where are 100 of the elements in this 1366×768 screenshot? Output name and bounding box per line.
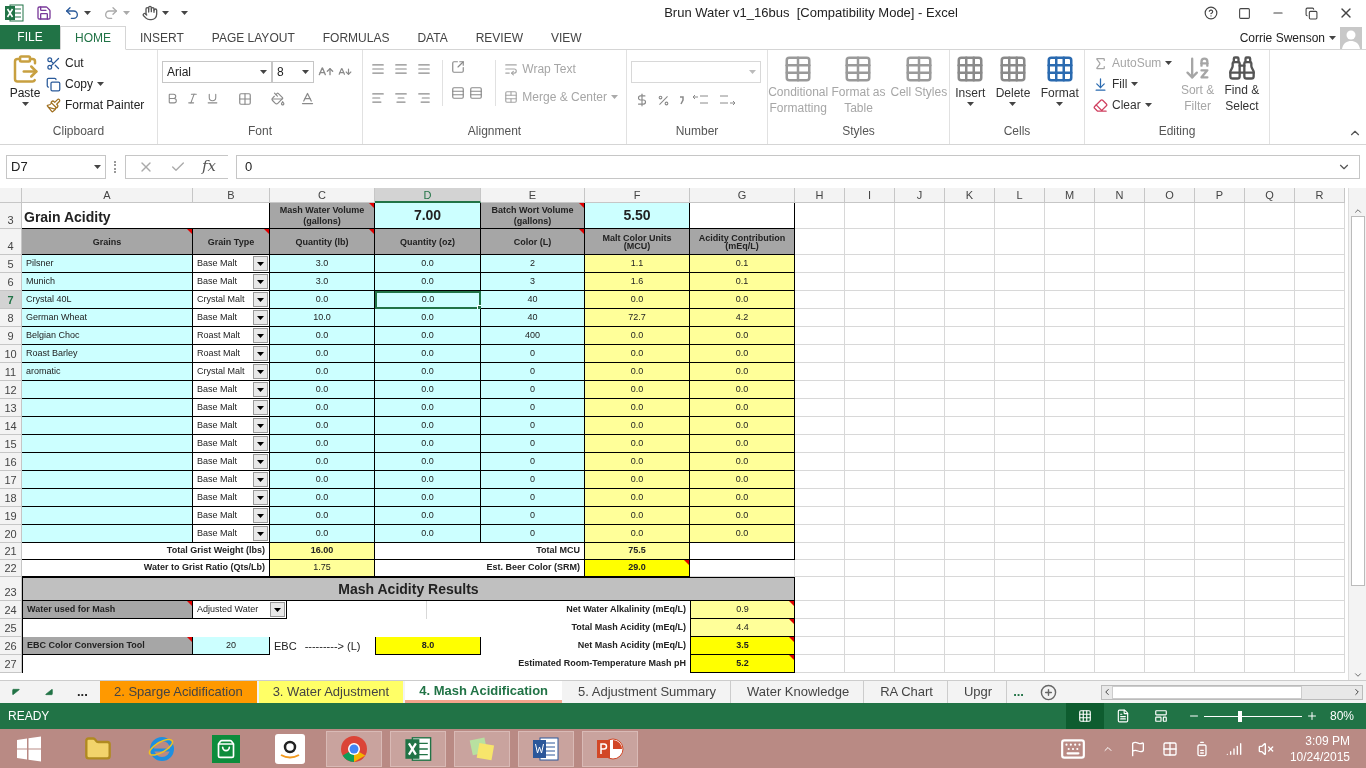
ribbon-display-icon[interactable] [1238, 6, 1251, 20]
sheet-tab[interactable]: 2. Sparge Acidification [100, 680, 257, 704]
ribbon-tab[interactable]: INSERT [126, 26, 198, 50]
grain-type-dropdown[interactable]: Roast Malt [193, 327, 270, 345]
middle-align-icon[interactable] [393, 61, 408, 76]
column-header[interactable]: P [1195, 188, 1245, 203]
cut-button[interactable]: Cut [46, 54, 145, 72]
touch-mode-icon[interactable] [142, 5, 158, 21]
ribbon-tab[interactable]: HOME [60, 26, 126, 50]
table-cell[interactable]: 0.0 [375, 381, 481, 399]
column-header[interactable]: D [375, 188, 481, 203]
row-header[interactable]: 9 [0, 327, 22, 345]
browser-icon[interactable] [148, 734, 176, 763]
comma-style-icon[interactable] [678, 95, 684, 105]
grain-type-dropdown[interactable]: Roast Malt [193, 345, 270, 363]
ribbon-tab[interactable]: DATA [403, 26, 462, 50]
clear-button[interactable]: Clear [1093, 96, 1173, 114]
more-sheets-button[interactable]: ... [1009, 682, 1028, 702]
table-cell[interactable]: 0.0 [375, 453, 481, 471]
muted-speaker-icon[interactable] [1257, 740, 1274, 757]
column-header[interactable]: I [845, 188, 895, 203]
sheet-tab[interactable]: 3. Water Adjustment [258, 680, 404, 704]
row-header[interactable]: 23 [0, 577, 22, 601]
grain-type-dropdown[interactable]: Base Malt [193, 471, 270, 489]
increase-decimal-icon[interactable] [692, 93, 710, 107]
column-header[interactable]: G [690, 188, 795, 203]
ebc-input-field[interactable]: 20 [193, 637, 270, 655]
fill-button[interactable]: Fill [1093, 75, 1173, 93]
table-cell[interactable]: 0.0 [375, 363, 481, 381]
table-cell[interactable]: 0.0 [375, 471, 481, 489]
chrome-browser-icon[interactable] [340, 734, 368, 763]
row-header[interactable]: 19 [0, 507, 22, 525]
column-header[interactable]: K [945, 188, 995, 203]
table-cell[interactable]: 0.0 [375, 327, 481, 345]
column-header[interactable]: L [995, 188, 1045, 203]
grain-type-dropdown[interactable]: Base Malt [193, 453, 270, 471]
table-cell[interactable]: 0.0 [375, 309, 481, 327]
column-header[interactable]: B [193, 188, 270, 203]
row-header[interactable]: 25 [0, 619, 22, 637]
align-left-icon[interactable] [371, 90, 385, 105]
ribbon-tab[interactable]: REVIEW [461, 26, 537, 50]
column-header[interactable]: F [585, 188, 690, 203]
column-header[interactable]: Q [1245, 188, 1295, 203]
row-header[interactable]: 12 [0, 381, 22, 399]
column-header[interactable]: N [1095, 188, 1145, 203]
water-source-dropdown[interactable]: Adjusted Water [193, 601, 287, 619]
column-header[interactable]: E [481, 188, 585, 203]
name-box[interactable]: D7 [6, 154, 106, 179]
cells-button[interactable]: Insert [955, 54, 986, 106]
cells-button[interactable]: Format [1040, 54, 1079, 106]
column-header[interactable]: C [270, 188, 375, 203]
row-header[interactable]: 7 [0, 291, 22, 309]
bottom-align-icon[interactable] [416, 61, 431, 76]
flag-icon[interactable] [1129, 740, 1146, 757]
find-select-button[interactable]: Find & Select [1222, 54, 1261, 114]
store-icon[interactable] [216, 738, 236, 759]
zoom-level[interactable]: 80% [1317, 707, 1366, 725]
redo-icon[interactable] [103, 5, 119, 21]
grain-type-dropdown[interactable]: Crystal Malt [193, 291, 270, 309]
fill-color-icon[interactable] [271, 91, 285, 106]
folder-icon[interactable] [84, 734, 112, 763]
signal-icon[interactable] [1225, 740, 1242, 757]
font-size-field[interactable]: 8 [272, 61, 314, 83]
table-cell[interactable]: 0.0 [375, 435, 481, 453]
row-header[interactable]: 5 [0, 255, 22, 273]
row-header[interactable]: 22 [0, 560, 22, 577]
column-header[interactable]: A [22, 188, 193, 203]
row-header[interactable]: 6 [0, 273, 22, 291]
shopping-app-icon[interactable] [275, 733, 305, 764]
grain-type-dropdown[interactable]: Base Malt [193, 255, 270, 273]
zoom-in-icon[interactable] [1305, 710, 1318, 722]
save-icon[interactable] [36, 5, 52, 21]
column-header[interactable]: M [1045, 188, 1095, 203]
table-cell[interactable]: 0.0 [375, 345, 481, 363]
italic-icon[interactable] [186, 92, 199, 105]
formula-field[interactable]: 0 [236, 154, 1360, 179]
ribbon-tab[interactable]: PAGE LAYOUT [197, 26, 309, 50]
undo-icon[interactable] [64, 5, 80, 21]
grain-type-dropdown[interactable]: Base Malt [193, 417, 270, 435]
row-header[interactable]: 18 [0, 489, 22, 507]
grain-type-dropdown[interactable]: Base Malt [193, 381, 270, 399]
row-header[interactable]: 24 [0, 601, 22, 619]
paste-button[interactable]: Paste [8, 54, 42, 114]
table-cell[interactable]: 0.0 [375, 417, 481, 435]
previous-sheet-icon[interactable] [12, 688, 21, 696]
underline-icon[interactable] [206, 92, 219, 105]
column-header[interactable]: H [795, 188, 845, 203]
table-cell[interactable]: 0.0 [375, 273, 481, 291]
user-name[interactable]: Corrie Swenson [1239, 28, 1325, 47]
avatar-icon[interactable] [1340, 26, 1362, 49]
grain-type-dropdown[interactable]: Crystal Malt [193, 363, 270, 381]
column-header[interactable]: R [1295, 188, 1345, 203]
bold-icon[interactable] [166, 92, 179, 105]
page-break-icon[interactable] [1153, 709, 1168, 723]
next-sheet-icon[interactable] [44, 688, 53, 696]
table-cell[interactable]: 0.0 [375, 255, 481, 273]
row-header[interactable]: 26 [0, 637, 22, 655]
font-name-field[interactable]: Arial [162, 61, 272, 83]
table-cell[interactable]: 0.0 [375, 525, 481, 543]
page-layout-icon[interactable] [1115, 709, 1130, 723]
